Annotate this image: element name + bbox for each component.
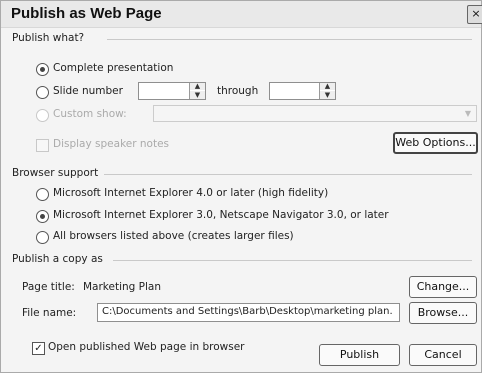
slide-to-spinner[interactable]: ▲ ▼ [319,83,335,99]
dialog-title: Publish as Web Page [11,5,162,22]
file-name-label: File name: [22,307,77,319]
browser-support-divider [104,174,472,175]
publish-button[interactable]: Publish [319,344,400,366]
browser-option-ie4-label: Microsoft Internet Explorer 4.0 or later… [53,187,329,199]
speaker-notes-label: Display speaker notes [53,138,170,150]
custom-show-label: Custom show: [53,108,127,120]
browser-option-ie4-radio[interactable] [36,188,49,201]
page-title-label: Page title: [22,281,75,293]
browser-option-all-radio[interactable] [36,231,49,244]
spin-up-icon[interactable]: ▲ [320,83,335,90]
close-button[interactable]: × [467,5,482,24]
publish-copy-label: Publish a copy as [12,253,103,265]
slide-to-input[interactable]: ▲ ▼ [269,82,336,100]
chevron-down-icon: ▼ [464,109,472,118]
custom-show-select[interactable]: ▼ [153,105,477,122]
publish-what-divider [107,39,472,40]
speaker-notes-checkbox[interactable] [36,139,49,152]
change-title-button[interactable]: Change... [409,276,477,298]
complete-presentation-label: Complete presentation [53,62,174,74]
complete-presentation-radio[interactable] [36,63,49,76]
spin-down-icon[interactable]: ▼ [320,91,335,99]
slide-number-label: Slide number [53,85,123,97]
publish-copy-divider [113,260,472,261]
browser-option-ie3-radio[interactable] [36,210,49,223]
browser-support-label: Browser support [12,167,99,179]
slide-from-input[interactable]: ▲ ▼ [138,82,206,100]
file-name-value: C:\Documents and Settings\Barb\Desktop\m… [102,306,393,317]
cancel-button[interactable]: Cancel [409,344,477,366]
close-icon: × [471,7,481,20]
through-label: through [217,85,259,97]
open-in-browser-label: Open published Web page in browser [48,341,245,353]
browser-option-ie3-label: Microsoft Internet Explorer 3.0, Netscap… [53,209,389,221]
page-title-value: Marketing Plan [83,281,162,293]
slide-number-radio[interactable] [36,86,49,99]
custom-show-radio[interactable] [36,109,49,122]
spin-up-icon[interactable]: ▲ [190,83,205,90]
browser-option-all-label: All browsers listed above (creates large… [53,230,294,242]
file-name-field[interactable]: C:\Documents and Settings\Barb\Desktop\m… [97,303,400,322]
web-options-button[interactable]: Web Options... [393,132,478,154]
slide-from-spinner[interactable]: ▲ ▼ [189,83,205,99]
open-in-browser-checkbox[interactable]: ✓ [32,342,45,355]
spin-down-icon[interactable]: ▼ [190,91,205,99]
browse-button[interactable]: Browse... [409,302,477,324]
title-bar: Publish as Web Page × [1,1,482,28]
publish-dialog: Publish as Web Page × Publish what? Comp… [0,0,482,373]
publish-what-label: Publish what? [12,32,85,44]
